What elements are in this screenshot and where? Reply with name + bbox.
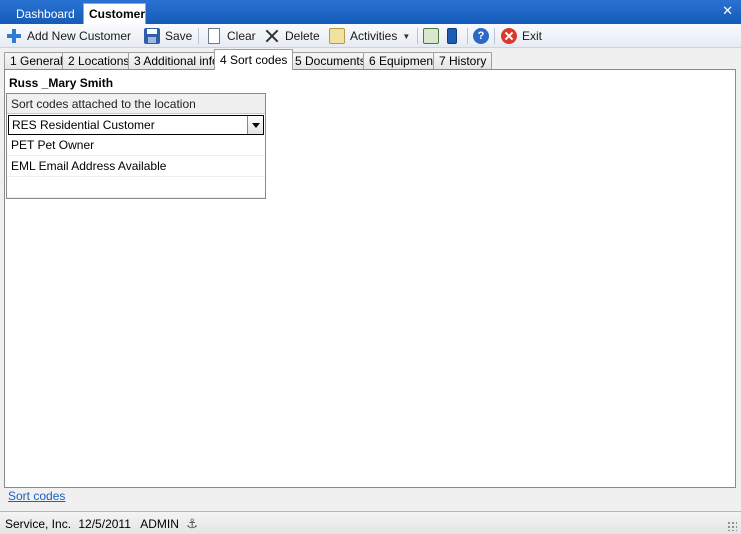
tab-general[interactable]: 1 General (4, 52, 69, 69)
clear-button[interactable]: Clear (206, 26, 256, 46)
help-icon: ? (473, 28, 489, 44)
help-button[interactable]: ? (473, 26, 489, 46)
status-bar: Service, Inc. 12/5/2011 ADMIN ⚓ (0, 511, 741, 534)
save-icon (144, 28, 160, 44)
delete-label: Delete (285, 29, 320, 43)
sort-codes-panel: Russ _Mary Smith Sort codes attached to … (4, 69, 736, 488)
delete-button[interactable]: Delete (264, 26, 320, 46)
tab-additional-info[interactable]: 3 Additional info (128, 52, 225, 69)
sort-code-value: RES Residential Customer (12, 118, 155, 132)
save-label: Save (165, 29, 193, 43)
delete-x-icon (264, 28, 280, 44)
sort-code-value: EML Email Address Available (11, 159, 167, 173)
table-row-new[interactable] (7, 177, 265, 198)
sort-codes-grid: Sort codes attached to the location RES … (6, 93, 266, 199)
tab-locations[interactable]: 2 Locations (62, 52, 136, 69)
section-tabs: 1 General 2 Locations 3 Additional info … (0, 49, 741, 70)
activities-icon (329, 28, 345, 44)
anchor-icon: ⚓ (186, 516, 198, 531)
document-tab-strip: Dashboard Customer ✕ (0, 0, 741, 24)
table-row[interactable]: PET Pet Owner (7, 135, 265, 156)
add-new-customer-button[interactable]: Add New Customer (6, 26, 131, 46)
exit-button[interactable]: Exit (501, 26, 542, 46)
clear-label: Clear (227, 29, 256, 43)
activities-label: Activities (350, 29, 398, 43)
toolbar: Add New Customer Save Clear Delete Activ… (0, 24, 741, 48)
new-document-icon (208, 28, 220, 44)
table-row[interactable]: EML Email Address Available (7, 156, 265, 177)
sort-codes-link[interactable]: Sort codes (8, 489, 65, 503)
toolbar-separator (494, 28, 495, 44)
doc-tab-customer[interactable]: Customer (83, 3, 146, 24)
save-button[interactable]: Save (144, 26, 192, 46)
status-company: Service, Inc. (5, 517, 72, 531)
tab-equipment[interactable]: 6 Equipment (363, 52, 443, 69)
customer-window: Dashboard Customer ✕ Add New Customer Sa… (0, 0, 741, 534)
doc-tab-dashboard[interactable]: Dashboard (6, 4, 82, 24)
tab-sort-codes[interactable]: 4 Sort codes (214, 49, 294, 70)
grid-column-header: Sort codes attached to the location (7, 94, 265, 114)
status-date: 12/5/2011 (78, 517, 131, 531)
activities-dropdown-button[interactable]: Activities ▼ (329, 26, 410, 46)
add-new-customer-label: Add New Customer (27, 29, 132, 43)
resize-grip-icon[interactable] (727, 521, 737, 531)
mobile-device-button[interactable] (444, 26, 460, 46)
mobile-phone-icon (447, 28, 457, 44)
toolbar-separator (417, 28, 418, 44)
customer-name: Russ _Mary Smith (9, 76, 114, 90)
toolbar-separator (467, 28, 468, 44)
exit-label: Exit (522, 29, 543, 43)
contact-card-icon (423, 28, 439, 44)
exit-icon (501, 28, 517, 44)
plus-icon (6, 28, 22, 44)
status-user: ADMIN (140, 517, 179, 531)
toolbar-separator (198, 28, 199, 44)
sort-code-select[interactable]: RES Residential Customer (8, 115, 264, 135)
close-icon[interactable]: ✕ (722, 3, 733, 19)
tab-history[interactable]: 7 History (433, 52, 493, 69)
dropdown-arrow-icon[interactable] (247, 116, 263, 134)
sort-code-value: PET Pet Owner (11, 138, 95, 152)
contact-card-button[interactable] (423, 26, 439, 46)
tab-documents[interactable]: 5 Documents (289, 52, 372, 69)
chevron-down-icon: ▼ (402, 31, 411, 41)
